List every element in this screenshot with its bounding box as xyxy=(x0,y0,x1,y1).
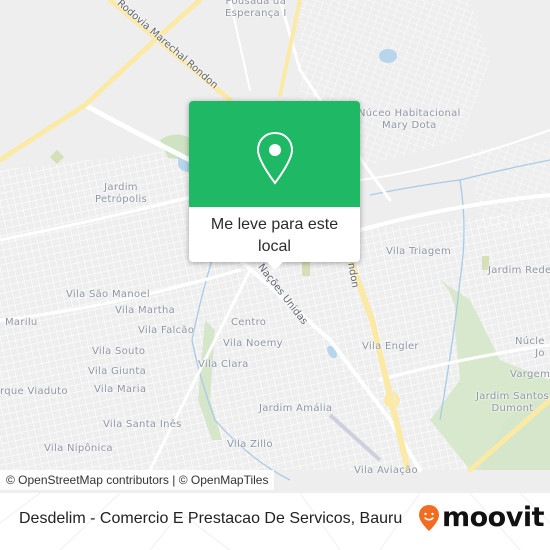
place-label-jardim-santos-dumont: Jardim Santos Dumont xyxy=(476,391,550,414)
place-label-vila-giunta: Vila Giunta xyxy=(88,366,147,377)
destination-popup[interactable]: Me leve para este local xyxy=(189,101,360,270)
place-label-vila-martha: Vila Martha xyxy=(115,305,176,316)
place-label-vargem: Vargem xyxy=(510,369,550,380)
moovit-wordmark: moovit xyxy=(442,502,545,533)
place-label-vila-engler: Vila Engler xyxy=(362,341,419,352)
place-label-jardim-petropolis: Jardim Petrópolis xyxy=(95,182,147,205)
place-label-vila-souto: Vila Souto xyxy=(92,346,146,357)
place-label-jardim-redentor: Jardim Rede xyxy=(488,265,550,276)
place-label-parque-viaduto: rque Viaduto xyxy=(0,386,68,397)
place-label-nucleo-mary-dota: Núceo Habitacional Mary Dota xyxy=(358,108,461,131)
place-label-nucleo-jose: Núcle Jo xyxy=(515,336,545,359)
map-attribution[interactable]: © OpenStreetMap contributors | © OpenMap… xyxy=(0,470,275,490)
place-label-vila-noemy: Vila Noemy xyxy=(223,338,283,349)
place-title: Desdelim - Comercio E Prestacao De Servi… xyxy=(19,510,403,527)
map-pin-icon xyxy=(256,131,294,185)
place-label-vila-zillo: Vila Zillo xyxy=(227,439,273,450)
place-label-vila-aviacao: Vila Aviação xyxy=(354,465,418,476)
place-label-vila-falcao: Vila Falcão xyxy=(138,325,195,336)
footer-bar: Desdelim - Comercio E Prestacao De Servi… xyxy=(0,493,550,550)
popup-header[interactable] xyxy=(189,101,360,207)
place-label-vila-sao-manoel: Vila São Manoel xyxy=(66,289,150,300)
place-label-centro: Centro xyxy=(231,317,267,328)
moovit-logo[interactable]: moovit xyxy=(418,502,545,533)
place-label-vila-maria: Vila Maria xyxy=(94,384,147,395)
place-label-vila-santa-ines: Vila Santa Inês xyxy=(103,419,182,430)
place-label-marilu: Marilu xyxy=(5,317,38,328)
place-label-jardim-amalia: Jardim Amália xyxy=(259,403,333,414)
moovit-smiley-pin-icon xyxy=(419,505,439,531)
map-view[interactable]: Rodovia Marechal Rondon ndon Nações Unid… xyxy=(0,0,550,493)
place-label-vila-clara: Vila Clara xyxy=(198,359,249,370)
take-me-here-button[interactable]: Me leve para este local xyxy=(189,207,360,258)
popup-pointer xyxy=(266,261,284,270)
place-label-vila-triagem: Vila Triagem xyxy=(386,246,451,257)
place-label-vila-niponica: Vila Nipônica xyxy=(44,443,113,454)
place-label-pousada-da-esperanca: Pousada da Esperança I xyxy=(225,0,287,19)
